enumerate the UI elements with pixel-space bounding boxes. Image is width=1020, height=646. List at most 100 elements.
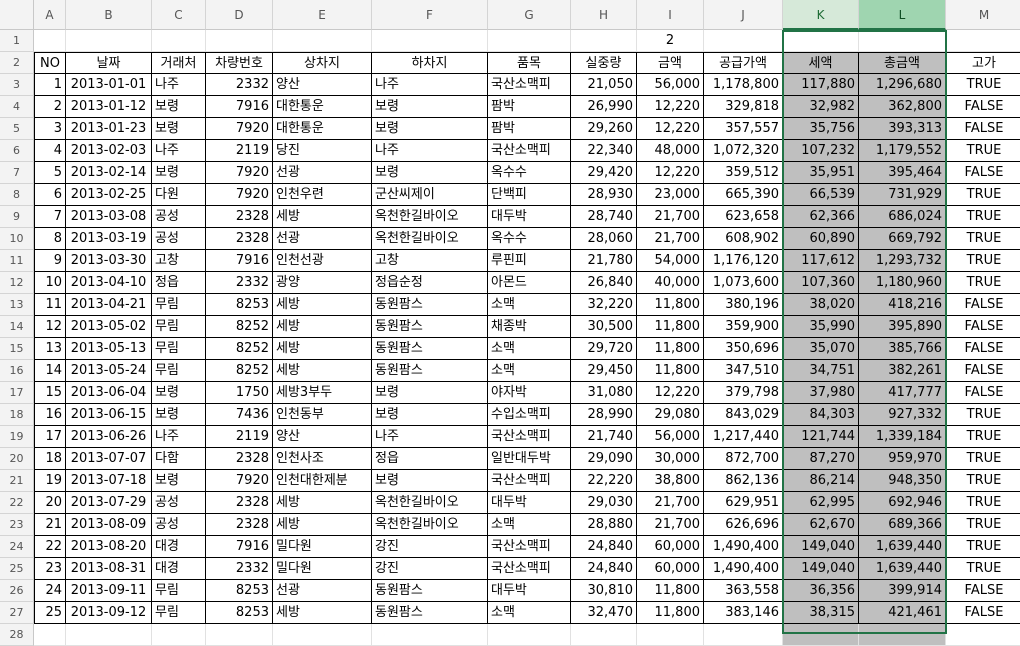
row-header-20[interactable]: 20 <box>0 448 34 470</box>
data-cell[interactable]: 7916 <box>206 536 273 558</box>
data-cell[interactable]: 608,902 <box>704 228 783 250</box>
data-cell[interactable]: 35,990 <box>783 316 859 338</box>
column-header-k[interactable]: K <box>783 0 859 30</box>
data-cell[interactable]: 강진 <box>372 536 488 558</box>
data-cell[interactable]: 나주 <box>372 74 488 96</box>
data-cell[interactable]: 37,980 <box>783 382 859 404</box>
data-cell[interactable]: TRUE <box>946 140 1020 162</box>
data-cell[interactable]: 32,220 <box>571 294 637 316</box>
data-cell[interactable]: 38,315 <box>783 602 859 624</box>
data-cell[interactable]: 26,990 <box>571 96 637 118</box>
data-cell[interactable]: 84,303 <box>783 404 859 426</box>
row-header-27[interactable]: 27 <box>0 602 34 624</box>
data-cell[interactable]: 29,450 <box>571 360 637 382</box>
data-cell[interactable]: 야자박 <box>488 382 571 404</box>
data-cell[interactable]: 21,700 <box>637 228 704 250</box>
data-cell[interactable]: 121,744 <box>783 426 859 448</box>
data-cell[interactable]: 21,700 <box>637 206 704 228</box>
data-cell[interactable]: 2013-09-12 <box>66 602 152 624</box>
data-cell[interactable]: TRUE <box>946 404 1020 426</box>
data-cell[interactable]: 1,073,600 <box>704 272 783 294</box>
data-cell[interactable]: 무림 <box>152 316 206 338</box>
data-cell[interactable]: 정읍순정 <box>372 272 488 294</box>
data-cell[interactable]: 4 <box>34 140 66 162</box>
cell-a1[interactable] <box>34 30 66 52</box>
data-cell[interactable]: 22,340 <box>571 140 637 162</box>
data-cell[interactable]: 22,220 <box>571 470 637 492</box>
data-cell[interactable]: 나주 <box>152 426 206 448</box>
row-header-9[interactable]: 9 <box>0 206 34 228</box>
data-cell[interactable]: 7 <box>34 206 66 228</box>
row-header-8[interactable]: 8 <box>0 184 34 206</box>
data-cell[interactable]: 7436 <box>206 404 273 426</box>
cell-j1[interactable] <box>704 30 783 52</box>
data-cell[interactable]: 2 <box>34 96 66 118</box>
data-cell[interactable]: 927,332 <box>859 404 946 426</box>
data-cell[interactable]: 12 <box>34 316 66 338</box>
data-cell[interactable]: 2013-07-29 <box>66 492 152 514</box>
column-header-i[interactable]: I <box>637 0 704 30</box>
header-cell-h[interactable]: 실중량 <box>571 52 637 74</box>
header-cell-b[interactable]: 날짜 <box>66 52 152 74</box>
data-cell[interactable]: 국산소맥피 <box>488 426 571 448</box>
data-cell[interactable]: 11,800 <box>637 316 704 338</box>
data-cell[interactable]: 2328 <box>206 228 273 250</box>
data-cell[interactable]: 소맥 <box>488 360 571 382</box>
data-cell[interactable]: 629,951 <box>704 492 783 514</box>
data-cell[interactable]: 692,946 <box>859 492 946 514</box>
cell-f28[interactable] <box>372 624 488 646</box>
data-cell[interactable]: 34,751 <box>783 360 859 382</box>
data-cell[interactable]: 1,490,400 <box>704 536 783 558</box>
cell-h1[interactable] <box>571 30 637 52</box>
data-cell[interactable]: 1,639,440 <box>859 536 946 558</box>
data-cell[interactable]: 30,000 <box>637 448 704 470</box>
data-cell[interactable]: 동원팜스 <box>372 602 488 624</box>
data-cell[interactable]: 11 <box>34 294 66 316</box>
row-header-13[interactable]: 13 <box>0 294 34 316</box>
data-cell[interactable]: 21,780 <box>571 250 637 272</box>
data-cell[interactable]: 양산 <box>273 74 372 96</box>
data-cell[interactable]: 대경 <box>152 536 206 558</box>
row-header-22[interactable]: 22 <box>0 492 34 514</box>
data-cell[interactable]: 2013-06-15 <box>66 404 152 426</box>
data-cell[interactable]: FALSE <box>946 162 1020 184</box>
data-cell[interactable]: 12,220 <box>637 382 704 404</box>
data-cell[interactable]: 보령 <box>372 382 488 404</box>
data-cell[interactable]: 2013-09-11 <box>66 580 152 602</box>
data-cell[interactable]: 2013-08-20 <box>66 536 152 558</box>
data-cell[interactable]: 329,818 <box>704 96 783 118</box>
data-cell[interactable]: 38,020 <box>783 294 859 316</box>
data-cell[interactable]: 29,030 <box>571 492 637 514</box>
header-cell-f[interactable]: 하차지 <box>372 52 488 74</box>
header-cell-a[interactable]: NO <box>34 52 66 74</box>
data-cell[interactable]: 2013-02-14 <box>66 162 152 184</box>
header-cell-i[interactable]: 금액 <box>637 52 704 74</box>
data-cell[interactable]: 363,558 <box>704 580 783 602</box>
data-cell[interactable]: 32,982 <box>783 96 859 118</box>
data-cell[interactable]: 인천대한제분 <box>273 470 372 492</box>
data-cell[interactable]: 2013-03-08 <box>66 206 152 228</box>
data-cell[interactable]: 보령 <box>372 118 488 140</box>
data-cell[interactable]: 843,029 <box>704 404 783 426</box>
cell-h28[interactable] <box>571 624 637 646</box>
data-cell[interactable]: 국산소맥피 <box>488 74 571 96</box>
data-cell[interactable]: 689,366 <box>859 514 946 536</box>
data-cell[interactable]: 국산소맥피 <box>488 536 571 558</box>
data-cell[interactable]: 686,024 <box>859 206 946 228</box>
data-cell[interactable]: 379,798 <box>704 382 783 404</box>
data-cell[interactable]: 보령 <box>372 96 488 118</box>
data-cell[interactable]: 2013-08-09 <box>66 514 152 536</box>
data-cell[interactable]: 350,696 <box>704 338 783 360</box>
data-cell[interactable]: 2013-05-13 <box>66 338 152 360</box>
data-cell[interactable]: 12,220 <box>637 162 704 184</box>
data-cell[interactable]: 29,260 <box>571 118 637 140</box>
column-header-f[interactable]: F <box>372 0 488 30</box>
data-cell[interactable]: 나주 <box>372 140 488 162</box>
data-cell[interactable]: 30,500 <box>571 316 637 338</box>
row-header-7[interactable]: 7 <box>0 162 34 184</box>
data-cell[interactable]: 29,420 <box>571 162 637 184</box>
data-cell[interactable]: 731,929 <box>859 184 946 206</box>
data-cell[interactable]: 60,000 <box>637 558 704 580</box>
row-header-28[interactable]: 28 <box>0 624 34 646</box>
data-cell[interactable]: FALSE <box>946 96 1020 118</box>
